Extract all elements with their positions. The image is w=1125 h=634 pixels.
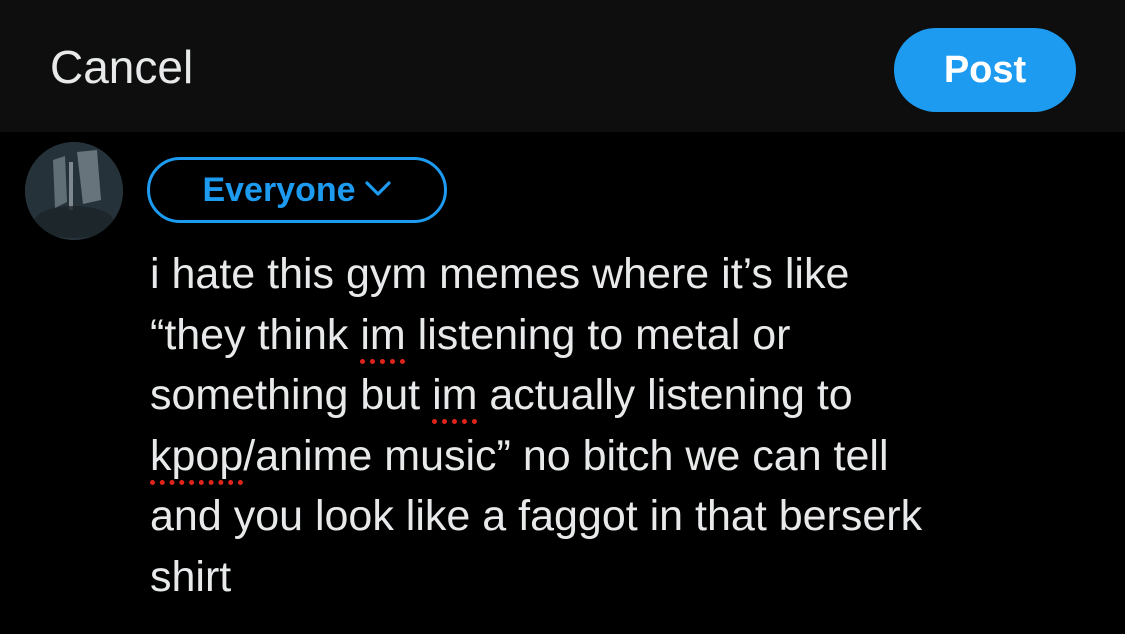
post-text-segment: listening to metal or xyxy=(405,310,791,359)
misspelled-word: im xyxy=(360,310,406,359)
post-text-line: shirt xyxy=(150,547,1100,608)
post-text-segment: /anime music” no bitch we can tell xyxy=(243,431,889,480)
post-button[interactable]: Post xyxy=(894,28,1076,112)
post-text-input[interactable]: i hate this gym memes where it’s like “th… xyxy=(150,244,1100,607)
post-text-segment: actually listening to xyxy=(477,371,853,419)
audience-label: Everyone xyxy=(202,170,356,209)
post-text-line: something but im actually listening to xyxy=(150,365,1100,426)
post-text-segment: i hate this gym memes where it’s like xyxy=(150,250,850,298)
misspelled-word: im xyxy=(432,371,478,419)
avatar[interactable] xyxy=(25,142,123,240)
post-text-segment: shirt xyxy=(150,552,232,601)
post-text-segment: something but xyxy=(150,371,433,419)
post-text-line: kpop/anime music” no bitch we can tell xyxy=(150,426,1100,487)
composer-header: Cancel Post xyxy=(0,0,1125,132)
audience-selector-button[interactable]: Everyone xyxy=(147,157,447,223)
avatar-image xyxy=(25,142,123,240)
post-text-segment: and you look like a faggot in that berse… xyxy=(150,492,923,540)
post-text-line: i hate this gym memes where it’s like xyxy=(150,244,1100,305)
chevron-down-icon xyxy=(364,168,392,207)
post-text-line: “they think im listening to metal or xyxy=(150,305,1100,366)
misspelled-word: kpop xyxy=(150,431,244,480)
post-text-line: and you look like a faggot in that berse… xyxy=(150,486,1100,547)
post-text-segment: “they think xyxy=(150,310,361,359)
cancel-button[interactable]: Cancel xyxy=(50,40,193,94)
